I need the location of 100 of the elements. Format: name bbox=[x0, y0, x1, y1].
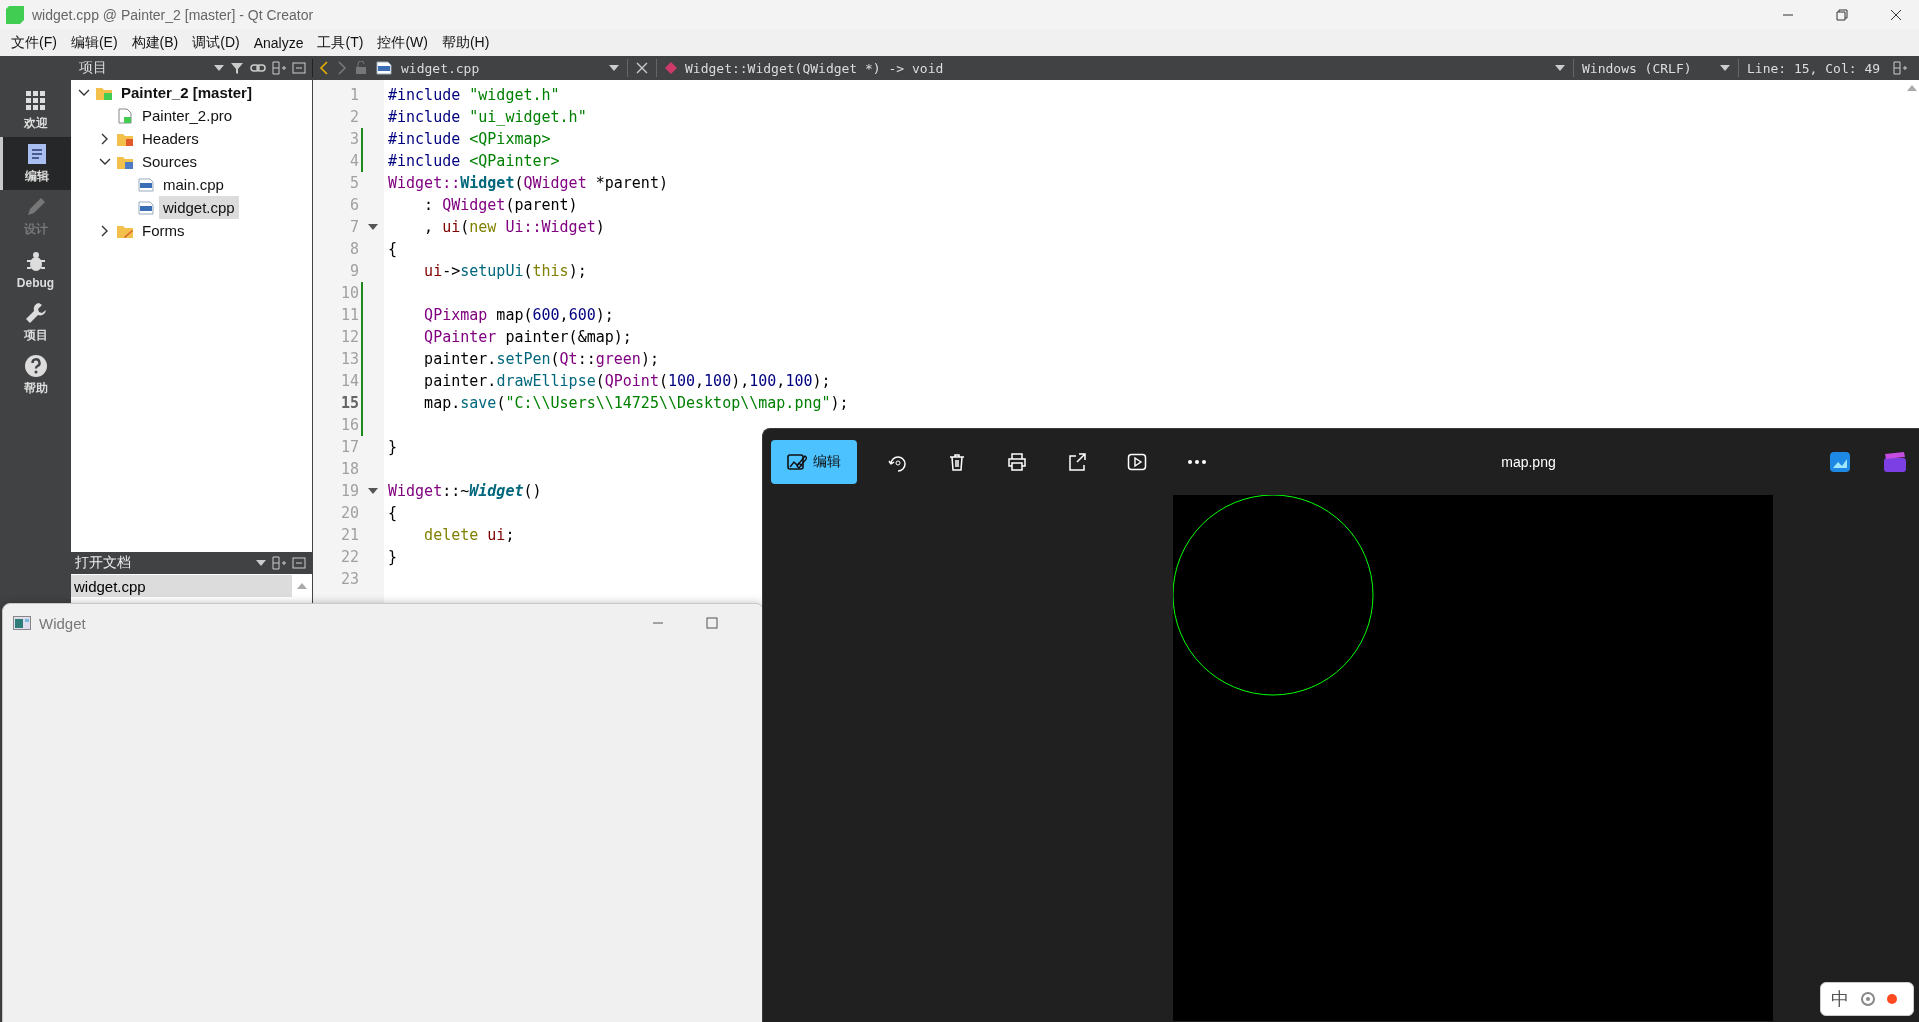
line-number: 5 bbox=[348, 174, 359, 192]
menu-item[interactable]: 构建(B) bbox=[124, 30, 186, 55]
tree-item[interactable]: Painter_2 [master] bbox=[117, 81, 256, 104]
tree-item[interactable]: Sources bbox=[138, 150, 202, 173]
line-number: 13 bbox=[339, 350, 359, 368]
line-number: 22 bbox=[339, 548, 359, 566]
code-line: { bbox=[388, 504, 398, 522]
edit-button[interactable]: 编辑 bbox=[771, 440, 857, 484]
code-line: #include "widget.h" bbox=[388, 86, 560, 104]
line-number: 2 bbox=[348, 108, 359, 126]
line-number: 1 bbox=[348, 86, 359, 104]
close-icon bbox=[1890, 8, 1902, 21]
menu-item[interactable]: Analyze bbox=[246, 31, 311, 54]
panel-title: 打开文档 bbox=[75, 554, 132, 572]
scroll-up-icon bbox=[1907, 84, 1917, 92]
dropdown-icon bbox=[256, 559, 266, 567]
code-line: map.save("C:\\Users\\14725\\Desktop\\map.png"); bbox=[423, 394, 849, 412]
line-number: 8 bbox=[348, 240, 359, 258]
line-number: 19 bbox=[339, 482, 359, 500]
line-number: 15 bbox=[339, 394, 359, 412]
trash-icon bbox=[947, 452, 967, 472]
lock-icon bbox=[355, 61, 367, 75]
fold-arrow-icon bbox=[368, 223, 378, 231]
tree-item[interactable]: main.cpp bbox=[159, 173, 228, 196]
split-icon bbox=[272, 61, 286, 75]
line-ending-selector[interactable]: Windows (CRLF) bbox=[1582, 60, 1712, 76]
cpp-file-icon bbox=[137, 176, 155, 193]
dropdown-icon bbox=[609, 64, 619, 72]
code-line: painter.setPen(Qt::green); bbox=[423, 350, 659, 368]
menu-item[interactable]: 控件(W) bbox=[370, 30, 435, 55]
symbol-icon bbox=[665, 62, 677, 74]
menu-item[interactable]: 文件(F) bbox=[4, 30, 64, 55]
notification-dot-icon bbox=[1887, 994, 1897, 1004]
symbol-selector[interactable]: Widget::Widget(QWidget *) -> void bbox=[685, 60, 1547, 76]
maximize-icon bbox=[706, 617, 718, 629]
play-icon bbox=[1127, 452, 1147, 472]
code-line: QPainter painter(&map); bbox=[423, 328, 632, 346]
document-icon bbox=[25, 142, 49, 166]
photo-app-button[interactable] bbox=[1830, 452, 1850, 472]
code-line: #include "ui_widget.h" bbox=[388, 108, 587, 126]
close-panel-icon bbox=[292, 61, 306, 75]
share-icon bbox=[1067, 452, 1087, 472]
cpp-file-icon bbox=[375, 60, 393, 76]
tree-item[interactable]: Headers bbox=[138, 127, 203, 150]
code-line: , ui(new Ui::Widget) bbox=[423, 218, 605, 236]
dropdown-icon bbox=[1720, 64, 1730, 72]
menu-item[interactable]: 帮助(H) bbox=[434, 30, 497, 55]
line-number: 18 bbox=[339, 460, 359, 478]
mode-tab[interactable]: Debug bbox=[0, 243, 71, 296]
line-number: 16 bbox=[339, 416, 359, 434]
line-number: 21 bbox=[339, 526, 359, 544]
project-file-icon bbox=[116, 107, 134, 124]
tree-item[interactable]: Forms bbox=[138, 219, 189, 242]
input-method-indicator[interactable]: 中 bbox=[1820, 982, 1914, 1016]
mode-tab[interactable]: 项目 bbox=[0, 296, 71, 349]
document-item[interactable]: widget.cpp bbox=[71, 575, 292, 597]
back-icon bbox=[319, 61, 329, 75]
code-line: } bbox=[388, 438, 398, 456]
code-line: #include <QPainter> bbox=[388, 152, 560, 170]
print-icon bbox=[1007, 452, 1027, 472]
line-number: 17 bbox=[339, 438, 359, 456]
code-line: #include <QPixmap> bbox=[388, 130, 551, 148]
line-number: 23 bbox=[339, 570, 359, 588]
line-number: 7 bbox=[348, 218, 359, 236]
file-title: map.png bbox=[1500, 454, 1557, 470]
forward-icon bbox=[337, 61, 347, 75]
more-icon bbox=[1187, 459, 1207, 465]
grid-icon bbox=[23, 89, 48, 113]
mode-tab[interactable]: 帮助 bbox=[0, 349, 71, 402]
edit-image-icon bbox=[787, 452, 807, 472]
window-title: widget.cpp @ Painter_2 [master] - Qt Creator bbox=[32, 6, 315, 23]
code-line: ui->setupUi(this); bbox=[423, 262, 587, 280]
video-app-button[interactable] bbox=[1884, 452, 1906, 472]
code-line: QPixmap map(600,600); bbox=[423, 306, 614, 324]
dropdown-icon bbox=[214, 64, 224, 72]
window-icon bbox=[13, 615, 31, 631]
filter-icon bbox=[230, 61, 244, 75]
cursor-position[interactable]: Line: 15, Col: 49 bbox=[1747, 60, 1885, 76]
code-line: { bbox=[388, 240, 398, 258]
mode-tab[interactable]: 编辑 bbox=[0, 137, 71, 190]
mode-tab[interactable]: 欢迎 bbox=[0, 84, 71, 137]
menu-item[interactable]: 调试(D) bbox=[185, 30, 247, 55]
menu-item[interactable]: 编辑(E) bbox=[63, 30, 125, 55]
photo-editor-icon bbox=[1830, 452, 1850, 472]
window-title: Widget bbox=[39, 614, 87, 632]
code-line: Widget::Widget(QWidget *parent) bbox=[388, 174, 668, 192]
menu-item[interactable]: 工具(T) bbox=[310, 30, 371, 55]
line-number: 6 bbox=[348, 196, 359, 214]
cpp-file-icon bbox=[137, 199, 155, 216]
line-number: 3 bbox=[348, 130, 359, 148]
clapperboard-icon bbox=[1884, 452, 1906, 472]
file-name[interactable]: widget.cpp bbox=[401, 60, 601, 76]
app-logo-icon bbox=[6, 5, 24, 24]
line-number: 4 bbox=[348, 152, 359, 170]
link-icon bbox=[250, 61, 266, 75]
help-icon bbox=[23, 354, 48, 378]
restore-icon bbox=[1836, 8, 1848, 21]
line-number: 14 bbox=[339, 372, 359, 390]
tree-item[interactable]: widget.cpp bbox=[159, 196, 239, 219]
tree-item[interactable]: Painter_2.pro bbox=[138, 104, 237, 127]
